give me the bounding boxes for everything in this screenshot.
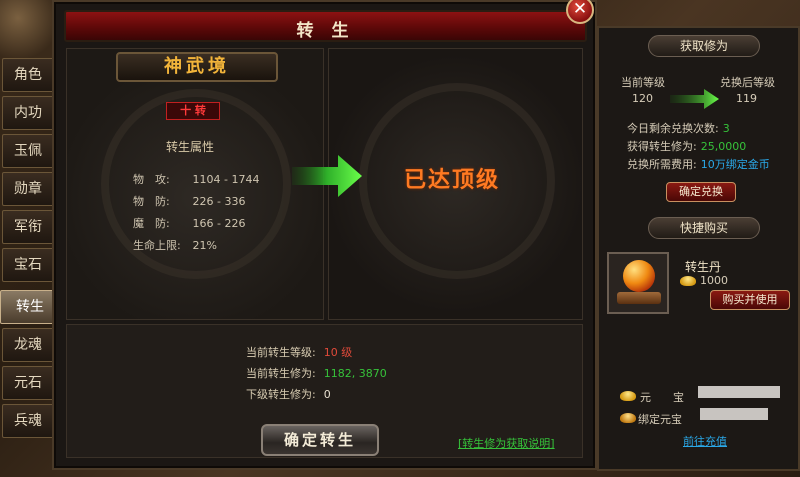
current-level-value: 120 [632, 92, 653, 105]
yuanbao-label: 元 宝 [640, 391, 684, 404]
attr-label: 生命上限: [133, 239, 181, 252]
confirm-rebirth-button[interactable]: 确定转生 [261, 424, 379, 456]
attribute-title: 转生属性 [166, 140, 215, 154]
bound-yuanbao-amount-redacted [700, 408, 768, 420]
info-value: 0 [323, 388, 331, 401]
attr-value: 166 - 226 [192, 217, 246, 230]
tab-column: 角色 内功 玉佩 勋章 军衔 宝石 转生 龙魂 元石 兵魂 [0, 56, 60, 456]
confirm-exchange-button[interactable]: 确定兑换 [666, 182, 736, 202]
attr-value: 226 - 336 [192, 195, 246, 208]
attr-value: 21% [192, 239, 217, 252]
tab-yuan-stone[interactable]: 元石 [2, 366, 54, 400]
tab-gem[interactable]: 宝石 [2, 248, 54, 282]
cultivation-help-link[interactable]: [转生修为获取说明] [458, 435, 555, 451]
yuanbao-icon [620, 391, 636, 401]
buy-and-use-button[interactable]: 购买并使用 [710, 290, 790, 310]
after-level-value: 119 [736, 92, 757, 105]
attr-label: 物 攻: [133, 173, 170, 186]
item-stand-icon [617, 292, 661, 304]
info-label: 当前转生修为: [246, 367, 316, 380]
quick-buy-section-header: 快捷购买 [648, 217, 760, 239]
gain-cultivation: 获得转生修为: 25,0000 [627, 138, 746, 154]
info-value: 10 级 [323, 346, 353, 359]
after-level-label: 兑换后等级 [720, 76, 775, 89]
tab-neigong[interactable]: 内功 [2, 96, 54, 130]
tab-weapon-soul[interactable]: 兵魂 [2, 404, 54, 438]
tab-rebirth[interactable]: 转生 [0, 290, 60, 324]
tab-jade[interactable]: 玉佩 [2, 134, 54, 168]
attr-row-hp-limit: 生命上限: 21% [133, 237, 293, 253]
exchange-cost: 兑换所需费用: 10万绑定金币 [627, 156, 770, 172]
remaining-exchanges: 今日剩余兑换次数: 3 [627, 120, 730, 136]
yuanbao-icon [680, 276, 696, 286]
info-label: 下级转生修为: [246, 388, 316, 401]
window-title: 转 生 [296, 21, 355, 41]
next-rebirth-cultivation: 下级转生修为: 0 [246, 386, 331, 402]
tab-role[interactable]: 角色 [2, 58, 54, 92]
attr-row-physical-attack: 物 攻: 1104 - 1744 [133, 171, 293, 187]
background-ornament [0, 0, 60, 60]
level-arrow-icon [670, 89, 719, 109]
title-bar: 转 生 [64, 10, 587, 42]
recharge-link[interactable]: 前往充值 [683, 433, 727, 449]
rebirth-pill-icon [623, 260, 655, 292]
current-rebirth-cultivation: 当前转生修为: 1182, 3870 [246, 365, 387, 381]
tab-medal[interactable]: 勋章 [2, 172, 54, 206]
attr-value: 1104 - 1744 [192, 173, 260, 186]
attr-row-magic-defense: 魔 防: 166 - 226 [133, 215, 293, 231]
tab-dragon-soul[interactable]: 龙魂 [2, 328, 54, 362]
yuanbao-amount-redacted [698, 386, 780, 398]
attr-row-physical-defense: 物 防: 226 - 336 [133, 193, 293, 209]
attr-label: 物 防: [133, 195, 170, 208]
gain-value: 25,0000 [700, 140, 747, 153]
remaining-value: 3 [722, 122, 730, 135]
bound-yuanbao-icon [620, 413, 636, 423]
green-arrow-icon [292, 155, 362, 197]
remaining-label: 今日剩余兑换次数: [627, 122, 719, 135]
item-slot[interactable] [607, 252, 669, 314]
item-name: 转生丹 [685, 260, 722, 274]
level-badge: 十 转 [166, 102, 220, 120]
realm-name: 神武境 [116, 52, 278, 82]
item-price: 1000 [700, 274, 728, 287]
tab-rank[interactable]: 军衔 [2, 210, 54, 244]
current-rebirth-level: 当前转生等级: 10 级 [246, 344, 352, 360]
attr-label: 魔 防: [133, 217, 170, 230]
cost-label: 兑换所需费用: [627, 158, 697, 171]
info-value: 1182, 3870 [323, 367, 387, 380]
bound-yuanbao-label: 绑定元宝 [638, 413, 682, 426]
gain-label: 获得转生修为: [627, 140, 697, 153]
cost-value: 10万绑定金币 [700, 158, 770, 171]
current-level-label: 当前等级 [621, 76, 665, 89]
info-label: 当前转生等级: [246, 346, 316, 359]
max-level-text: 已达顶级 [404, 168, 501, 193]
exchange-section-header: 获取修为 [648, 35, 760, 57]
